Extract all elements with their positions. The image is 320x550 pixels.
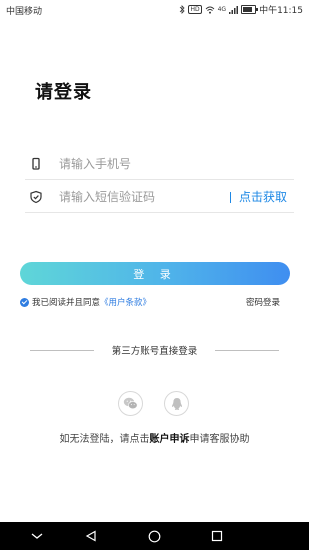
code-divider bbox=[230, 192, 231, 203]
appeal-prefix: 如无法登陆，请点击 bbox=[59, 434, 150, 445]
home-button[interactable] bbox=[146, 528, 162, 544]
recents-icon bbox=[211, 530, 223, 542]
home-icon bbox=[148, 530, 160, 542]
agree-text: 我已阅读并且同意 bbox=[32, 298, 101, 308]
status-bar: 中国移动 HD 4G 中午11:15 bbox=[0, 0, 309, 18]
account-appeal-link[interactable]: 账户申诉 bbox=[150, 434, 190, 445]
wechat-login-button[interactable] bbox=[118, 391, 143, 416]
recents-button[interactable] bbox=[209, 528, 225, 544]
system-nav-bar bbox=[0, 522, 309, 550]
back-icon bbox=[85, 530, 96, 542]
wechat-icon bbox=[123, 397, 138, 410]
agreement-row: 我已阅读并且同意 《用户条款》 bbox=[20, 296, 151, 308]
hd-voice-icon: HD bbox=[188, 5, 202, 14]
network-type: 4G bbox=[217, 5, 227, 13]
qq-login-button[interactable] bbox=[164, 391, 189, 416]
clock: 中午11:15 bbox=[259, 6, 303, 16]
code-input[interactable] bbox=[59, 188, 229, 206]
divider-line-right bbox=[215, 350, 279, 351]
terms-link[interactable]: 《用户条款》 bbox=[100, 296, 151, 308]
status-icons: HD 4G 中午11:15 bbox=[179, 3, 303, 16]
phone-field-row bbox=[25, 151, 294, 180]
appeal-row: 如无法登陆，请点击账户申诉申请客服协助 bbox=[0, 430, 309, 445]
phone-icon bbox=[32, 157, 40, 170]
password-login-link[interactable]: 密码登录 bbox=[246, 296, 280, 308]
collapse-button[interactable] bbox=[29, 528, 45, 544]
third-party-divider: 第三方账号直接登录 bbox=[30, 343, 279, 357]
page-title: 请登录 bbox=[35, 82, 92, 103]
shield-icon bbox=[30, 190, 42, 204]
battery-icon bbox=[241, 5, 259, 14]
carrier-name: 中国移动 bbox=[6, 7, 43, 17]
get-code-button[interactable]: 点击获取 bbox=[239, 188, 287, 205]
back-button[interactable] bbox=[83, 528, 99, 544]
appeal-suffix: 申请客服协助 bbox=[189, 434, 250, 445]
code-field-row: 点击获取 bbox=[25, 184, 294, 213]
qq-icon bbox=[171, 397, 182, 410]
wifi-icon bbox=[205, 6, 214, 14]
login-button[interactable]: 登 录 bbox=[20, 262, 290, 285]
collapse-icon bbox=[31, 533, 43, 539]
phone-input[interactable] bbox=[59, 155, 229, 173]
signal-icon bbox=[229, 5, 239, 14]
bluetooth-icon bbox=[180, 5, 186, 14]
agree-checkbox[interactable] bbox=[20, 297, 29, 307]
